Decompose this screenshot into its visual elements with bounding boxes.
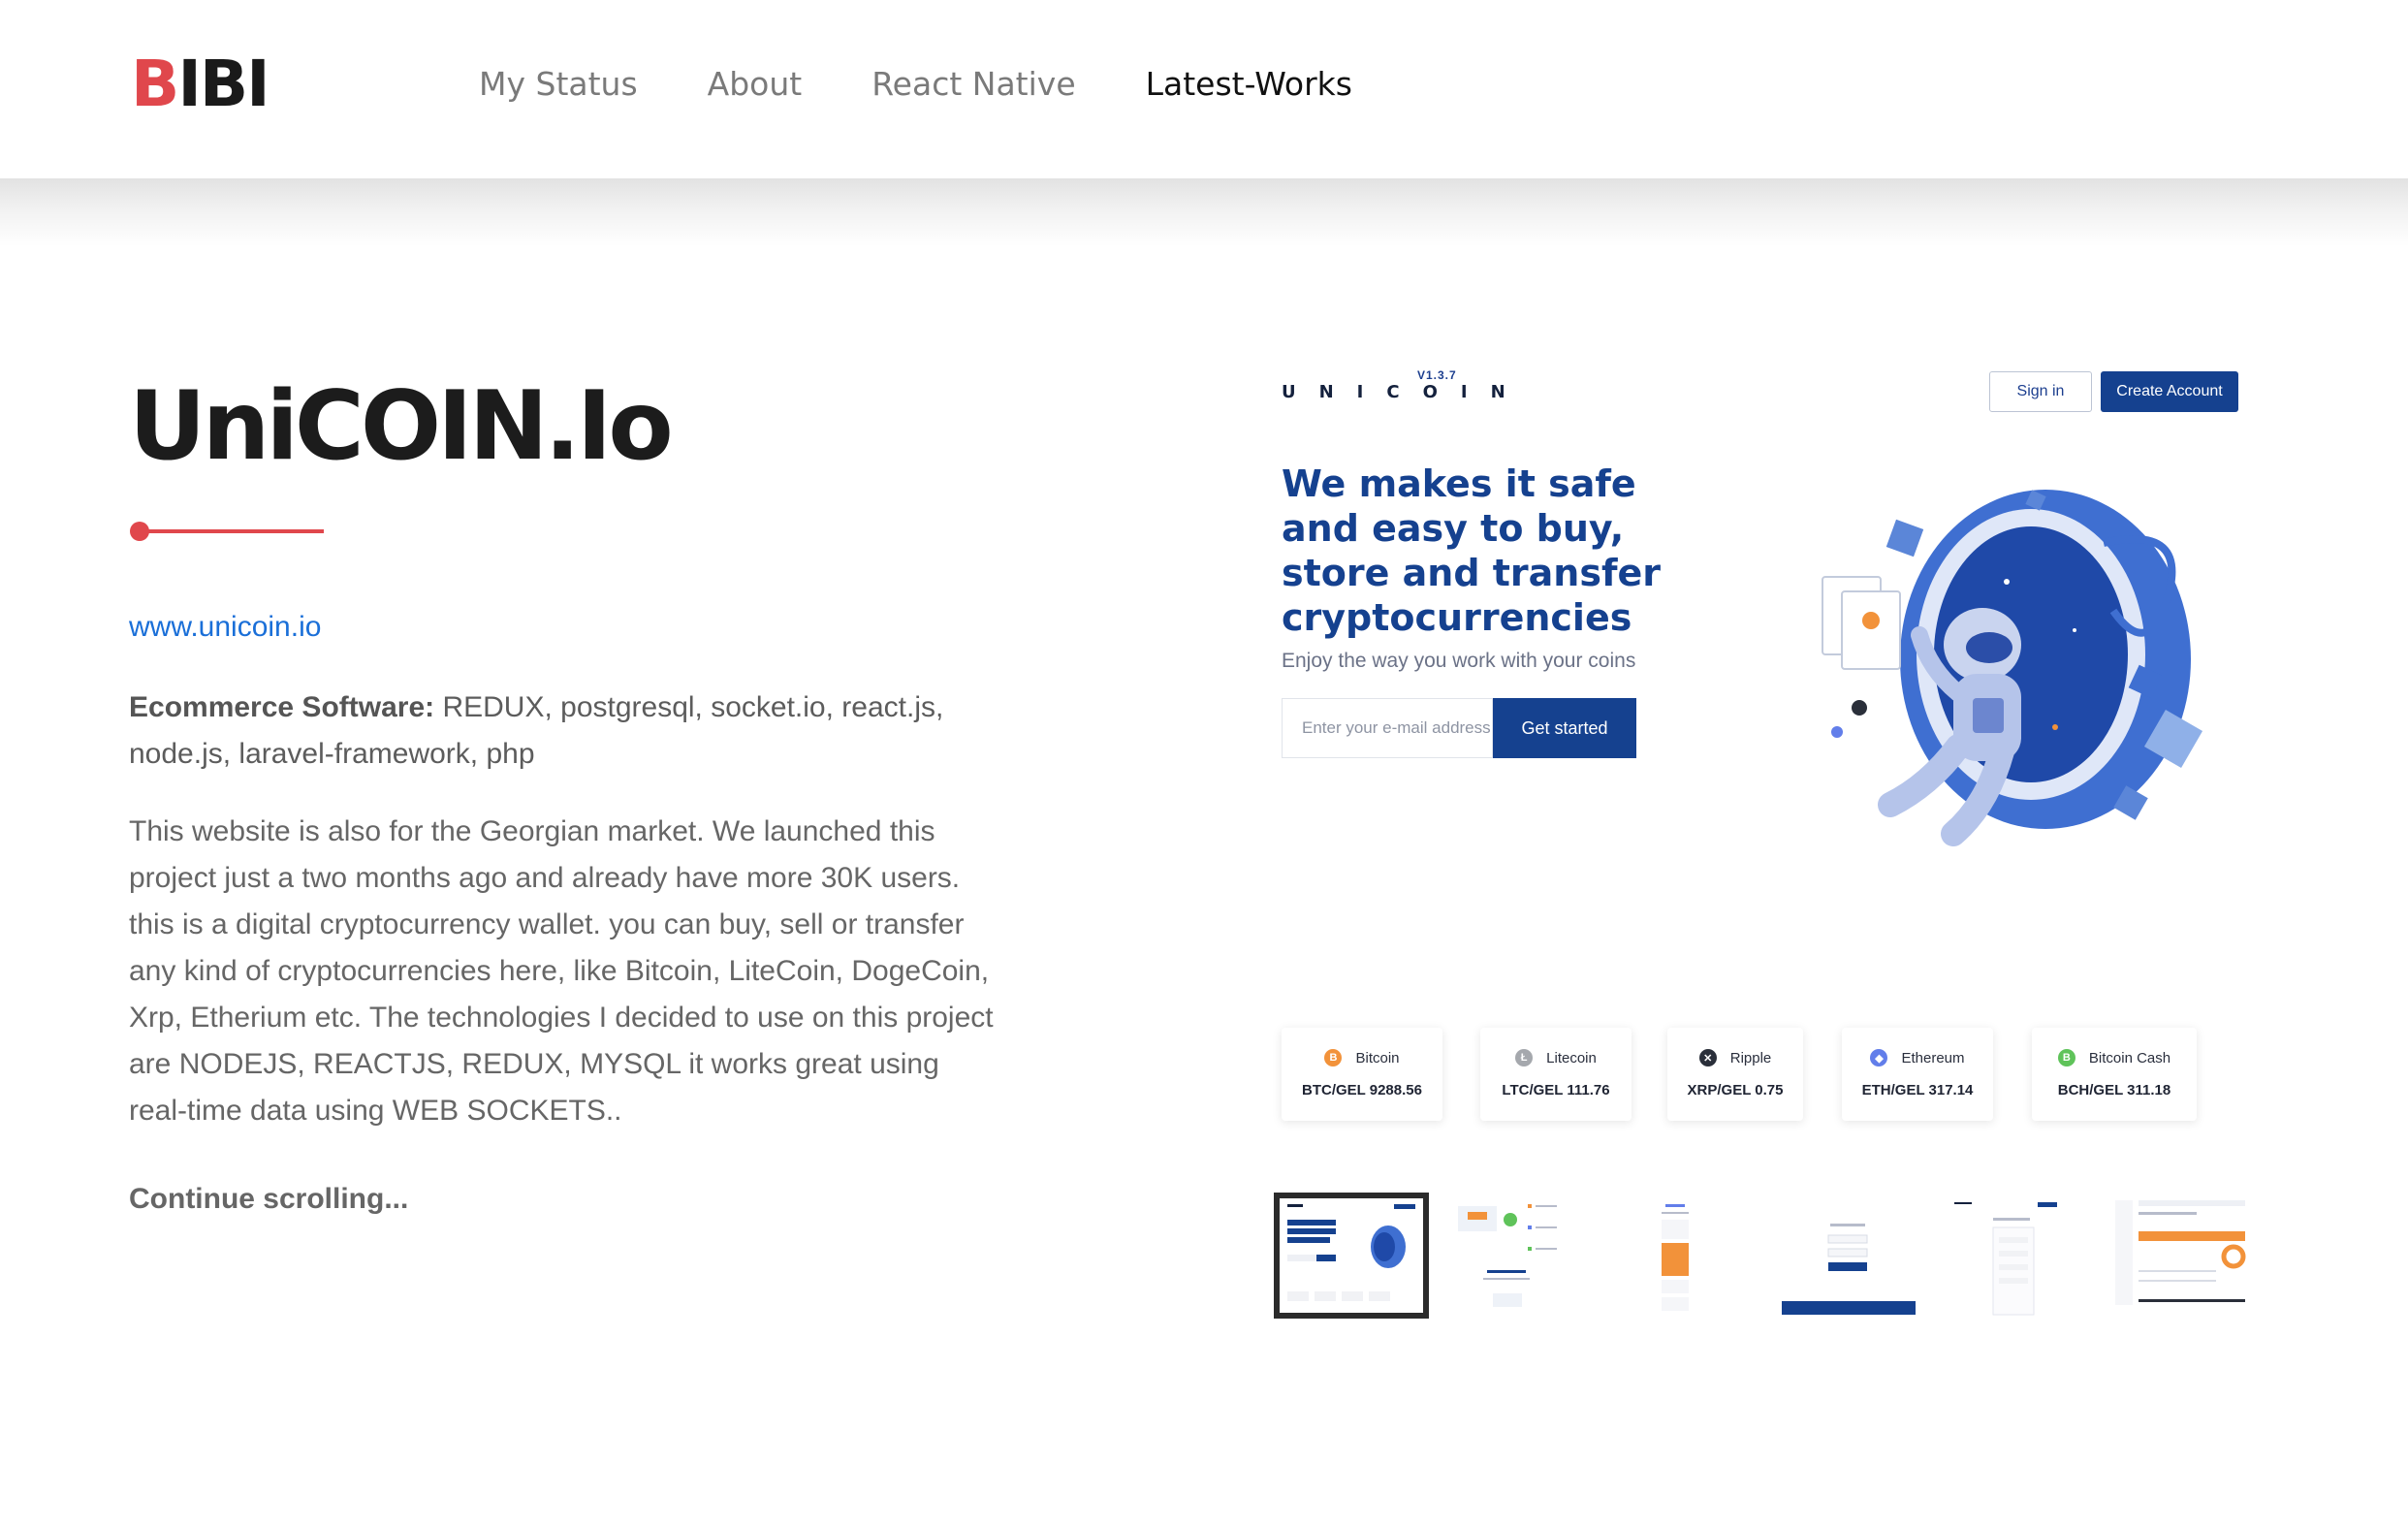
project-preview: UNICOIN V1.3.7 Sign in Create Account We… <box>1270 359 2272 1154</box>
thumbnail-5[interactable] <box>1945 1193 2080 1319</box>
coin-card-ethereum[interactable]: ◆ Ethereum ETH/GEL 317.14 <box>1842 1028 1993 1121</box>
thumbnail-3[interactable] <box>1609 1193 1745 1319</box>
nav-react-native[interactable]: React Native <box>871 60 1075 109</box>
title-divider-dot <box>130 522 149 541</box>
site-logo[interactable]: BIBI <box>131 47 270 121</box>
unicoin-logo: UNICOIN <box>1282 382 1529 402</box>
thumbnail-preview-image <box>2115 1200 2246 1305</box>
coin-rate: ETH/GEL 317.14 <box>1861 1082 1974 1098</box>
title-divider-line <box>140 529 324 533</box>
project-description: This website is also for the Georgian ma… <box>129 815 994 1127</box>
hero-title: We makes it safe and easy to buy, store … <box>1282 462 1662 639</box>
coin-card-bitcoin[interactable]: B Bitcoin BTC/GEL 9288.56 <box>1282 1028 1442 1121</box>
coin-card-litecoin[interactable]: Ł Litecoin LTC/GEL 111.76 <box>1480 1028 1632 1121</box>
thumbnail-preview-image <box>1458 1204 1557 1307</box>
coin-rate: BCH/GEL 311.18 <box>2057 1082 2171 1098</box>
thumbnail-1[interactable] <box>1274 1193 1429 1319</box>
coin-rate: XRP/GEL 0.75 <box>1687 1082 1784 1098</box>
signin-button[interactable]: Sign in <box>1989 371 2092 412</box>
project-link[interactable]: www.unicoin.io <box>129 611 321 644</box>
tech-stack: Ecommerce Software: REDUX, postgresql, s… <box>129 684 982 778</box>
main-nav: My Status About React Native Latest-Work… <box>479 60 1422 109</box>
litecoin-icon: Ł <box>1515 1049 1534 1066</box>
thumbnail-4[interactable] <box>1778 1193 1919 1319</box>
coin-card-bitcoin-cash[interactable]: B Bitcoin Cash BCH/GEL 311.18 <box>2032 1028 2197 1121</box>
unicoin-version: V1.3.7 <box>1417 368 1457 382</box>
nav-latest-works[interactable]: Latest-Works <box>1146 60 1352 109</box>
bitcoin-cash-icon: B <box>2057 1049 2075 1066</box>
coin-rate: LTC/GEL 111.76 <box>1502 1082 1610 1098</box>
ripple-icon: ✕ <box>1698 1049 1717 1066</box>
site-header: BIBI My Status About React Native Latest… <box>0 0 2408 178</box>
thumbnail-preview-image <box>1954 1202 2057 1316</box>
coin-name: Bitcoin <box>1355 1049 1400 1066</box>
coin-name: Ripple <box>1729 1049 1772 1066</box>
project-title: UniCOIN.Io <box>129 371 674 482</box>
logo-text: IBI <box>177 47 269 121</box>
coin-name: Bitcoin Cash <box>2088 1049 2171 1066</box>
nav-my-status[interactable]: My Status <box>479 60 638 109</box>
thumbnail-preview-image <box>1287 1204 1415 1301</box>
bitcoin-icon: B <box>1324 1049 1343 1066</box>
logo-accent-letter: B <box>131 47 179 121</box>
coin-card-ripple[interactable]: ✕ Ripple XRP/GEL 0.75 <box>1667 1028 1803 1121</box>
thumbnail-preview-image <box>1782 1224 1916 1315</box>
header-shadow <box>0 178 2408 246</box>
continue-scrolling: Continue scrolling... <box>129 1183 409 1215</box>
thumbnail-2[interactable] <box>1448 1193 1584 1319</box>
astronaut-illustration <box>1822 490 2203 846</box>
tech-label: Ecommerce Software: <box>129 691 435 723</box>
thumbnail-6[interactable] <box>2109 1193 2251 1319</box>
get-started-button[interactable]: Get started <box>1493 698 1636 758</box>
coin-name: Ethereum <box>1901 1049 1965 1066</box>
hero-subtitle: Enjoy the way you work with your coins <box>1282 650 1636 672</box>
ethereum-icon: ◆ <box>1870 1049 1888 1066</box>
create-account-button[interactable]: Create Account <box>2101 371 2238 412</box>
coin-rate: BTC/GEL 9288.56 <box>1302 1082 1422 1098</box>
email-input[interactable]: Enter your e-mail address <box>1282 698 1493 758</box>
coin-name: Litecoin <box>1546 1049 1597 1066</box>
nav-about[interactable]: About <box>708 60 803 109</box>
thumbnail-preview-image <box>1662 1204 1689 1311</box>
